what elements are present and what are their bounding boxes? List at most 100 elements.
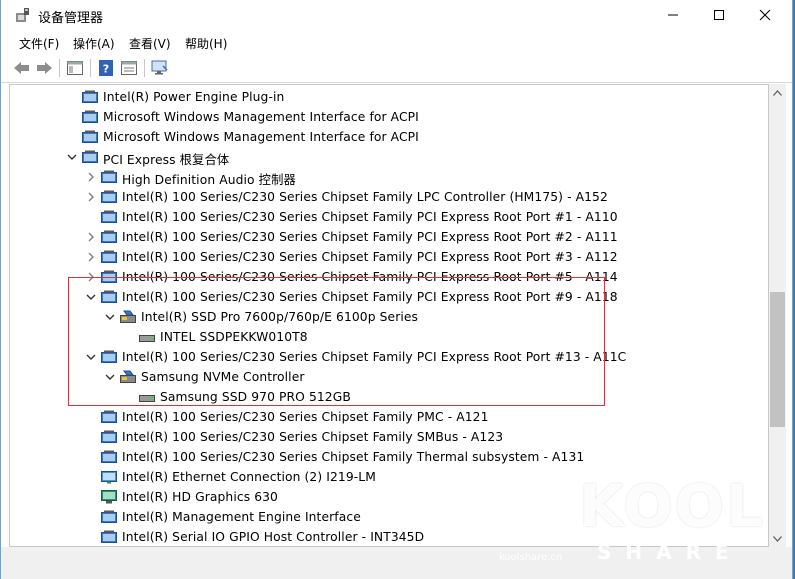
device-icon	[82, 150, 98, 164]
tree-row[interactable]: Intel(R) SSD Pro 7600p/760p/E 6100p Seri…	[10, 307, 768, 327]
back-button[interactable]	[12, 58, 32, 78]
chevron-right-icon[interactable]	[85, 250, 97, 264]
tree-row-label: High Definition Audio 控制器	[122, 173, 296, 187]
tree-row[interactable]: Intel(R) 100 Series/C230 Series Chipset …	[10, 427, 768, 447]
toolbar: ?	[1, 54, 792, 83]
device-icon	[101, 410, 117, 424]
tree-row[interactable]: Intel(R) Management Engine Interface	[10, 507, 768, 527]
tree-row-label: Intel(R) Management Engine Interface	[122, 510, 361, 524]
title-bar[interactable]: 设备管理器	[1, 0, 792, 31]
monitor-scan-icon	[151, 60, 168, 75]
tree-row[interactable]: High Definition Audio 控制器	[10, 167, 768, 187]
chevron-right-icon[interactable]	[85, 170, 97, 184]
svg-text:?: ?	[103, 63, 109, 76]
tree-row[interactable]: Intel(R) Power Engine Plug-in	[10, 87, 768, 107]
maximize-icon	[714, 10, 724, 20]
device-icon	[101, 250, 117, 264]
device-icon	[101, 430, 117, 444]
chevron-down-icon[interactable]	[66, 150, 78, 164]
tree-row-label: Samsung NVMe Controller	[141, 370, 305, 384]
menu-action[interactable]: 操作(A)	[73, 35, 115, 52]
help-button[interactable]: ?	[96, 58, 116, 78]
tree-row[interactable]: Microsoft Windows Management Interface f…	[10, 127, 768, 147]
tree-row[interactable]: Samsung SSD 970 PRO 512GB	[10, 387, 768, 407]
menu-bar: 文件(F) 操作(A) 查看(V) 帮助(H)	[1, 32, 792, 52]
toolbar-separator	[144, 59, 145, 77]
tree-row-label: Intel(R) Power Engine Plug-in	[103, 90, 285, 104]
scroll-up-arrow-icon[interactable]	[773, 90, 782, 96]
device-icon	[82, 110, 98, 124]
tree-row-label: Intel(R) Ethernet Connection (2) I219-LM	[122, 470, 376, 484]
help-icon: ?	[99, 60, 113, 76]
tree-row[interactable]: Intel(R) 100 Series/C230 Series Chipset …	[10, 407, 768, 427]
properties-button[interactable]	[119, 58, 139, 78]
scrollbar-thumb[interactable]	[770, 292, 785, 427]
tree-row[interactable]: Intel(R) 100 Series/C230 Series Chipset …	[10, 247, 768, 267]
device-icon	[101, 210, 117, 224]
console-tree-icon	[67, 61, 83, 75]
menu-help[interactable]: 帮助(H)	[185, 35, 227, 52]
tree-row-label: Intel(R) 100 Series/C230 Series Chipset …	[122, 410, 489, 424]
toolbar-separator	[59, 59, 60, 77]
tree-row-label: Intel(R) 100 Series/C230 Series Chipset …	[122, 430, 504, 444]
device-icon	[101, 510, 117, 524]
close-button[interactable]	[742, 0, 788, 30]
status-bar	[1, 547, 792, 579]
menu-file[interactable]: 文件(F)	[19, 35, 59, 52]
device-tree[interactable]: Intel(R) Power Engine Plug-in Microsoft W…	[9, 84, 769, 547]
tree-row[interactable]: Intel(R) HD Graphics 630	[10, 487, 768, 507]
tree-row[interactable]: Intel(R) 100 Series/C230 Series Chipset …	[10, 287, 768, 307]
tree-row-label: Microsoft Windows Management Interface f…	[103, 130, 419, 144]
chevron-right-icon[interactable]	[85, 230, 97, 244]
vertical-scrollbar[interactable]	[769, 84, 786, 547]
maximize-button[interactable]	[696, 0, 742, 30]
tree-row-label: INTEL SSDPEKKW010T8	[160, 330, 308, 344]
device-manager-window: 设备管理器 文件(F) 操作(A) 查看(V) 帮助(H) ? Intel(R)…	[0, 0, 793, 579]
tree-row-label: Intel(R) 100 Series/C230 Series Chipset …	[122, 450, 585, 464]
minimize-button[interactable]	[650, 0, 696, 30]
tree-row[interactable]: Intel(R) 100 Series/C230 Series Chipset …	[10, 267, 768, 287]
tree-row[interactable]: Intel(R) Serial IO GPIO Host Controller …	[10, 527, 768, 546]
properties-icon	[121, 61, 137, 75]
tree-row[interactable]: Microsoft Windows Management Interface f…	[10, 107, 768, 127]
tree-row[interactable]: PCI Express 根复合体	[10, 147, 768, 167]
arrow-right-icon	[37, 62, 52, 74]
storage-controller-icon	[120, 370, 136, 384]
minimize-icon	[668, 14, 678, 16]
device-icon	[101, 190, 117, 204]
scroll-down-arrow-icon[interactable]	[773, 536, 782, 542]
device-icon	[101, 230, 117, 244]
tree-row-label: Intel(R) 100 Series/C230 Series Chipset …	[122, 290, 618, 304]
close-icon	[759, 9, 771, 21]
tree-row[interactable]: Intel(R) Ethernet Connection (2) I219-LM	[10, 467, 768, 487]
scan-hardware-button[interactable]	[150, 58, 170, 78]
tree-row[interactable]: Intel(R) 100 Series/C230 Series Chipset …	[10, 207, 768, 227]
tree-row[interactable]: Intel(R) 100 Series/C230 Series Chipset …	[10, 347, 768, 367]
tree-row[interactable]: Intel(R) 100 Series/C230 Series Chipset …	[10, 447, 768, 467]
device-icon	[101, 170, 117, 184]
menu-view[interactable]: 查看(V)	[129, 35, 171, 52]
device-icon	[82, 130, 98, 144]
device-icon	[101, 530, 117, 544]
tree-row[interactable]: INTEL SSDPEKKW010T8	[10, 327, 768, 347]
network-adapter-icon	[101, 470, 117, 484]
chevron-down-icon[interactable]	[85, 350, 97, 364]
chevron-down-icon[interactable]	[104, 370, 116, 384]
tree-row[interactable]: Samsung NVMe Controller	[10, 367, 768, 387]
tree-row-label: PCI Express 根复合体	[103, 153, 230, 167]
window-title: 设备管理器	[38, 11, 104, 26]
chevron-down-icon[interactable]	[85, 290, 97, 304]
chevron-down-icon[interactable]	[104, 310, 116, 324]
tree-row[interactable]: Intel(R) 100 Series/C230 Series Chipset …	[10, 227, 768, 247]
tree-row-label: Intel(R) 100 Series/C230 Series Chipset …	[122, 190, 608, 204]
tree-row[interactable]: Intel(R) 100 Series/C230 Series Chipset …	[10, 187, 768, 207]
chevron-right-icon[interactable]	[85, 190, 97, 204]
forward-button[interactable]	[34, 58, 54, 78]
device-icon	[101, 290, 117, 304]
disk-drive-icon	[139, 390, 155, 404]
show-hide-console-tree-button[interactable]	[65, 58, 85, 78]
chevron-right-icon[interactable]	[85, 270, 97, 284]
toolbar-separator	[90, 59, 91, 77]
device-manager-icon	[16, 8, 29, 22]
tree-row-label: Intel(R) 100 Series/C230 Series Chipset …	[122, 250, 618, 264]
